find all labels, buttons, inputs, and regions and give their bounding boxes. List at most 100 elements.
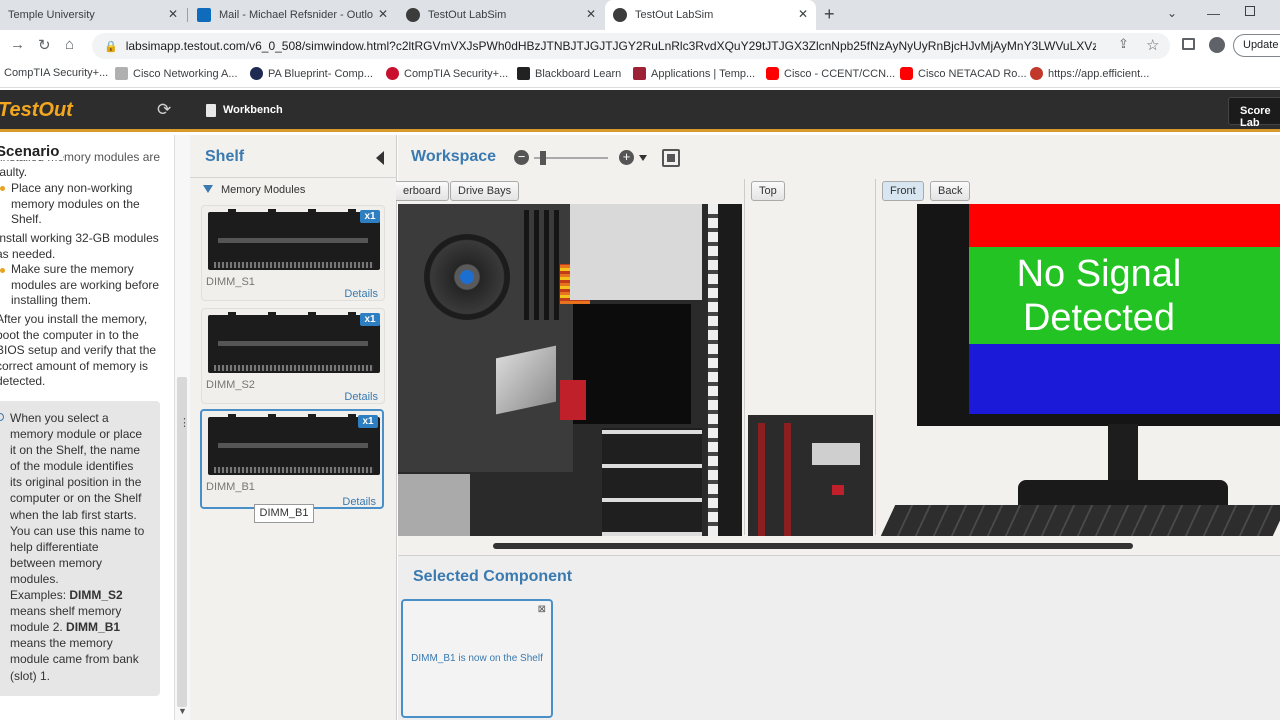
dimm-slot-4[interactable] [554,210,559,320]
computer-interior-view[interactable] [398,204,742,536]
update-button[interactable]: Update [1233,34,1280,57]
tab-testout-active[interactable]: TestOut LabSim ✕ [605,0,816,30]
view-divider [875,179,876,535]
drive-bays-image[interactable] [602,428,702,536]
bookmark-comptia-1[interactable]: CompTIA Security+... [4,67,108,79]
bookmark-applications-temple[interactable]: Applications | Temp... [633,67,755,80]
bookmark-blackboard[interactable]: Blackboard Learn [517,67,621,80]
cisco-icon [115,67,128,80]
dimm-slot-3[interactable] [544,210,549,320]
scenario-bullet-2: Make sure the memory modules are working … [11,262,160,308]
ram-stick-top-image [758,423,765,536]
bookmark-label: Cisco NETACAD Ro... [918,67,1027,80]
reload-icon[interactable]: ↻ [38,36,51,54]
close-tab-icon[interactable]: ✕ [798,7,808,21]
power-button-icon[interactable] [832,485,844,495]
tab-search-chevron-icon[interactable]: ⌄ [1167,6,1177,20]
new-tab-button[interactable]: + [824,4,835,25]
zoom-out-icon[interactable]: − [514,150,529,165]
bookmark-star-icon[interactable]: ☆ [1146,36,1159,54]
monitor-base [1018,480,1228,508]
module-name: DIMM_S2 [206,379,255,391]
details-link[interactable]: Details [342,496,376,508]
tab-outlook-mail[interactable]: Mail - Michael Refsnider - Outlo ✕ [189,0,396,30]
dimm-slot-1[interactable] [524,210,529,320]
computer-top-view[interactable] [748,415,873,536]
selected-component-card[interactable]: ⊠ DIMM_B1 is now on the Shelf [401,599,553,718]
back-view-button[interactable]: Back [930,181,971,201]
case-cutout [573,304,691,424]
bookmark-label: PA Blueprint- Comp... [268,67,373,80]
blackboard-icon [517,67,530,80]
share-icon[interactable]: ⇪ [1118,36,1129,52]
workspace-horizontal-scrollbar[interactable] [493,543,1133,549]
tab-label: TestOut LabSim [428,9,507,21]
memory-modules-section[interactable]: Memory Modules [221,184,305,196]
fullscreen-icon[interactable] [662,149,680,167]
minimize-icon[interactable]: — [1207,6,1220,21]
view-divider [744,179,745,535]
drive-label-image [812,443,860,465]
zoom-in-icon[interactable]: + [619,150,634,165]
module-tooltip: DIMM_B1 [254,504,314,523]
keyboard-image[interactable] [880,505,1280,536]
bookmark-label: Blackboard Learn [535,67,622,80]
scroll-down-icon[interactable]: ▼ [178,706,187,716]
bookmark-label: https://app.efficient... [1048,67,1150,80]
monitor-image[interactable]: No Signal Detected [917,204,1280,426]
side-panel-icon[interactable] [1182,38,1195,50]
shelf-title: Shelf [205,148,245,165]
tab-testout-1[interactable]: TestOut LabSim ✕ [398,0,604,30]
bookmark-label: CompTIA Security+... [4,67,109,79]
panel-resize-handle-icon[interactable]: ⋮ [179,418,190,429]
close-tab-icon[interactable]: ✕ [586,7,596,21]
profile-avatar-icon[interactable] [1209,37,1225,53]
close-tab-icon[interactable]: ✕ [378,7,388,21]
reset-lab-icon[interactable]: ⟳ [157,100,171,120]
scenario-text: Install working 32-GB modules as needed. [0,231,159,261]
tab-label: TestOut LabSim [635,9,714,21]
url-omnibox[interactable]: 🔒 labsimapp.testout.com/v6_0_508/simwind… [92,33,1170,59]
divider [190,177,397,178]
workbench-tab[interactable]: Workbench [223,104,283,116]
scenario-scrollbar[interactable]: ⋮ ▼ [174,135,190,720]
url-text: labsimapp.testout.com/v6_0_508/simwindow… [125,39,1096,53]
zoom-dropdown-icon[interactable] [639,155,647,161]
collapse-shelf-icon[interactable] [376,151,384,165]
top-view-button[interactable]: Top [751,181,785,201]
details-link[interactable]: Details [344,288,378,300]
expand-triangle-icon[interactable] [203,185,213,193]
bookmark-cisco-netacad[interactable]: Cisco NETACAD Ro... [900,67,1027,80]
drive-bays-view-button[interactable]: Drive Bays [450,181,520,201]
quantity-badge: x1 [360,313,380,326]
bookmark-cisco-ccent[interactable]: Cisco - CCENT/CCN... [766,67,895,80]
zoom-slider-handle[interactable] [540,151,546,165]
restore-window-icon[interactable] [1245,6,1255,16]
bookmark-comptia-2[interactable]: CompTIA Security+... [386,67,508,80]
motherboard-view-button[interactable]: erboard [396,181,449,201]
shelf-item-dimm-s2[interactable]: x1 DIMM_S2 Details [201,308,385,404]
pa-icon [250,67,263,80]
close-icon[interactable]: ⊠ [538,604,546,615]
testout-logo: TestOut [0,99,73,121]
screen-blue-band [969,344,1280,414]
details-link[interactable]: Details [344,391,378,403]
tab-label: Temple University [8,9,95,21]
forward-arrow-icon[interactable]: → [10,36,25,53]
workspace-title: Workspace [411,148,497,165]
front-view-button[interactable]: Front [882,181,924,201]
tab-temple-university[interactable]: Temple University ✕ [0,0,186,30]
drive-cage-image [570,204,702,300]
bookmark-efficient[interactable]: https://app.efficient... [1030,67,1149,80]
dimm-slot-2[interactable] [534,210,539,320]
info-note: When you select a memory module or place i… [0,401,160,696]
close-tab-icon[interactable]: ✕ [168,7,178,21]
shelf-item-dimm-s1[interactable]: x1 DIMM_S1 Details [201,205,385,301]
workbench-icon [206,104,216,117]
bookmark-cisco-networking[interactable]: Cisco Networking A... [115,67,238,80]
score-lab-button[interactable]: Score Lab [1228,97,1280,129]
scenario-text: faulty. [0,165,28,179]
home-icon[interactable]: ⌂ [65,36,74,53]
shelf-item-dimm-b1[interactable]: x1 DIMM_B1 Details [200,409,384,509]
bookmark-pa-blueprint[interactable]: PA Blueprint- Comp... [250,67,373,80]
